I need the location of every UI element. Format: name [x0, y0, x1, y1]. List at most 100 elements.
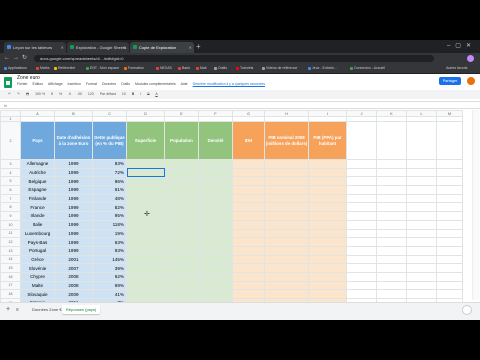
font-size-select[interactable]: 10 [122, 92, 126, 96]
cell[interactable] [346, 159, 377, 169]
menu-item[interactable]: Format [86, 82, 97, 86]
row-header[interactable]: 18 [0, 289, 21, 299]
window-controls[interactable]: –▢✕ [447, 40, 476, 53]
cell-date[interactable]: 1999 [54, 211, 93, 221]
url-input[interactable]: docs.google.com/spreadsheets/d/…/edit#gi… [34, 55, 434, 62]
row-header[interactable]: 9 [0, 211, 21, 221]
cell-idh[interactable] [232, 271, 265, 282]
cell-pib[interactable] [264, 219, 309, 230]
cell-densite[interactable] [198, 228, 233, 239]
cell-pib[interactable] [264, 193, 309, 204]
cell[interactable] [436, 263, 463, 273]
cell-date[interactable]: 2008 [54, 271, 93, 282]
cell-densite[interactable] [198, 271, 233, 282]
cell-pib-habitant[interactable] [308, 289, 347, 299]
cell-superficie[interactable] [126, 245, 165, 256]
cell-pib-habitant[interactable] [308, 228, 347, 239]
bookmark-item[interactable]: Maths [36, 64, 50, 73]
cell[interactable] [436, 167, 463, 178]
browser-tab[interactable]: Leçon sur les tableurs ✕ [4, 42, 66, 53]
cell[interactable] [346, 121, 377, 160]
cell-dette[interactable]: 82% [92, 202, 127, 213]
cell-pays[interactable]: Grèce [20, 254, 55, 265]
bookmark-item[interactable]: Mail [196, 64, 206, 73]
cell[interactable] [406, 228, 437, 239]
cell-idh[interactable] [232, 228, 265, 239]
cell-dette[interactable]: 145% [92, 254, 127, 265]
cell[interactable] [346, 211, 377, 221]
cell-population[interactable] [164, 289, 199, 299]
cell-idh[interactable] [232, 263, 265, 273]
cell-idh[interactable] [232, 280, 265, 291]
cell-idh[interactable] [232, 254, 265, 265]
undo-icon[interactable]: ↶ [8, 92, 11, 96]
cell[interactable] [376, 271, 407, 282]
cell-dette[interactable]: 83% [92, 159, 127, 169]
cell-date[interactable]: 1999 [54, 219, 93, 230]
cell-dette[interactable]: 48% [92, 193, 127, 204]
cell[interactable] [376, 289, 407, 299]
row-header[interactable]: 11 [0, 228, 21, 239]
cell-pib-habitant[interactable] [308, 219, 347, 230]
cell-densite[interactable] [198, 211, 233, 221]
menu-item[interactable]: Affichage [48, 82, 63, 86]
sheets-logo-icon[interactable] [4, 77, 12, 88]
cell[interactable] [346, 280, 377, 291]
cell-pays[interactable]: Chypre [20, 271, 55, 282]
cell-pib[interactable] [264, 185, 309, 195]
cell[interactable] [376, 167, 407, 178]
close-tab-icon[interactable]: ✕ [124, 42, 127, 53]
cell[interactable] [406, 121, 437, 160]
cell-date[interactable]: 1999 [54, 202, 93, 213]
cell[interactable] [436, 289, 463, 299]
cell-population[interactable] [164, 219, 199, 230]
cell-pib[interactable] [264, 271, 309, 282]
more-formats-button[interactable]: 123 [88, 92, 94, 96]
cell[interactable] [376, 159, 407, 169]
cell-date[interactable]: 1999 [54, 167, 93, 178]
cell-superficie[interactable] [126, 185, 165, 195]
menu-item[interactable]: Modules complémentaires [135, 82, 176, 86]
cell-population[interactable] [164, 176, 199, 187]
cell[interactable] [436, 193, 463, 204]
cell[interactable] [436, 219, 463, 230]
cell-pib[interactable] [264, 228, 309, 239]
cell[interactable] [436, 254, 463, 265]
cell-pays[interactable]: Pays-Bas [20, 237, 55, 247]
menu-item[interactable]: Insertion [68, 82, 81, 86]
cell-pib-habitant[interactable] [308, 185, 347, 195]
cell-dette[interactable]: 95% [92, 211, 127, 221]
cell[interactable] [376, 219, 407, 230]
header-pib-habitant[interactable]: PIB (PPA) par habitant [308, 121, 347, 160]
close-tab-icon[interactable]: ✕ [189, 42, 192, 53]
cell[interactable] [376, 176, 407, 187]
menu-item[interactable]: Édition [33, 82, 44, 86]
cell[interactable] [376, 202, 407, 213]
cell-pib-habitant[interactable] [308, 211, 347, 221]
cell[interactable] [406, 263, 437, 273]
decrease-decimal-button[interactable]: .0 [68, 92, 71, 96]
bookmark-item[interactable]: Connexion - Accueil [350, 64, 385, 73]
bookmark-item[interactable]: Applications [4, 64, 27, 73]
cell[interactable] [436, 159, 463, 169]
cell-pib-habitant[interactable] [308, 254, 347, 265]
cell-date[interactable]: 1999 [54, 193, 93, 204]
cell-pib-habitant[interactable] [308, 271, 347, 282]
cell-population[interactable] [164, 185, 199, 195]
cell-pib[interactable] [264, 211, 309, 221]
print-icon[interactable]: 🖶 [26, 92, 29, 96]
cell-population[interactable] [164, 228, 199, 239]
cell[interactable] [376, 193, 407, 204]
cell-densite[interactable] [198, 193, 233, 204]
font-select[interactable]: Par défaut [100, 92, 116, 96]
cell-pays[interactable]: Slovaquie [20, 289, 55, 299]
cell-pays[interactable]: Espagne [20, 185, 55, 195]
cell-idh[interactable] [232, 237, 265, 247]
cell-superficie[interactable] [126, 219, 165, 230]
account-avatar[interactable] [467, 77, 475, 85]
close-tab-icon[interactable]: ✕ [61, 42, 64, 53]
cell-idh[interactable] [232, 167, 265, 178]
cell-superficie[interactable] [126, 254, 165, 265]
row-header[interactable]: 15 [0, 263, 21, 273]
row-header[interactable]: 3 [0, 159, 21, 169]
